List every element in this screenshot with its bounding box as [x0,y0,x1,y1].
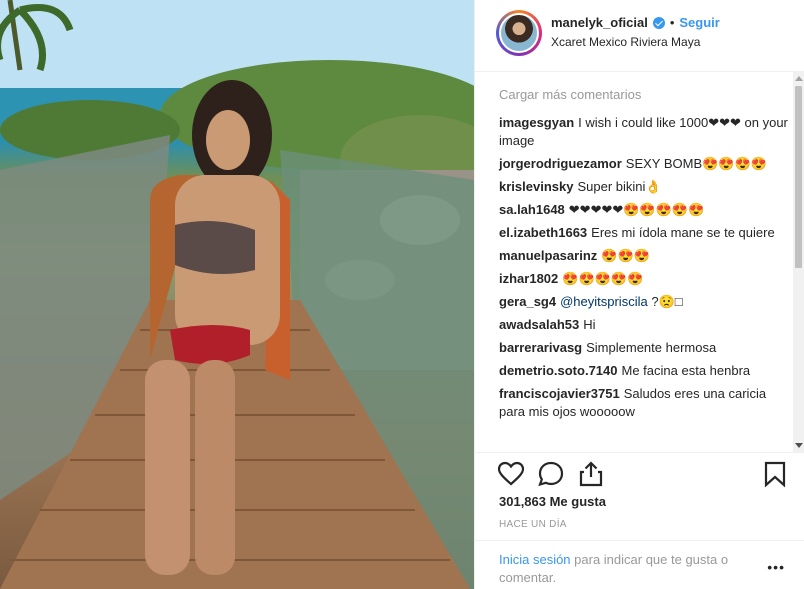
comment-text: 😍😍😍 [601,248,650,263]
username[interactable]: manelyk_oficial [551,15,648,30]
share-icon[interactable] [577,460,605,488]
comment-text: Me facina esta henbra [621,363,751,378]
like-count[interactable]: 301,863 Me gusta [499,494,606,509]
comment-item: sa.lah1648 ❤❤❤❤❤😍😍😍😍😍 [499,201,789,219]
verified-badge-icon [652,16,665,29]
user-line: manelyk_oficial • Seguir [551,15,720,30]
comment-icon[interactable] [537,460,565,488]
comment-text: SEXY BOMB😍😍😍😍 [625,156,767,171]
load-more-comments-button[interactable]: Cargar más comentarios [499,87,641,102]
comment-username[interactable]: imagesgyan [499,115,574,130]
comment-text: ❤❤❤❤❤😍😍😍😍😍 [568,202,705,217]
comment-username[interactable]: jorgerodriguezamor [499,156,622,171]
post-timestamp: HACE UN DÍA [499,519,567,530]
comment-username[interactable]: franciscojavier3751 [499,386,620,401]
comment-item: jorgerodriguezamor SEXY BOMB😍😍😍😍 [499,155,789,173]
comment-item: imagesgyan I wish i could like 1000❤❤❤ on… [499,114,789,150]
comment-username[interactable]: sa.lah1648 [499,202,565,217]
heart-icon[interactable] [497,460,525,488]
bookmark-icon[interactable] [761,460,789,488]
comment-username[interactable]: manuelpasarinz [499,248,597,263]
avatar-image [499,13,539,53]
scroll-down-arrow-icon[interactable] [795,443,803,448]
more-options-icon[interactable]: ••• [767,559,785,575]
comment-item: manuelpasarinz 😍😍😍 [499,247,789,265]
comment-item: el.izabeth1663 Eres mi ídola mane se te q… [499,224,789,242]
login-prompt: Inicia sesión para indicar que te gusta … [475,540,804,589]
comment-text: Super bikini👌 [577,179,662,194]
comment-text: Hi [583,317,596,332]
comment-item: demetrio.soto.7140 Me facina esta henbra [499,362,789,380]
post-sidebar: manelyk_oficial • Seguir Xcaret Mexico R… [474,0,804,589]
comment-username[interactable]: el.izabeth1663 [499,225,587,240]
comment-username[interactable]: barrerarivasg [499,340,582,355]
comment-username[interactable]: awadsalah53 [499,317,579,332]
comment-text: Eres mi ídola mane se te quiere [591,225,775,240]
post-header: manelyk_oficial • Seguir Xcaret Mexico R… [475,0,804,72]
login-prompt-text: Inicia sesión para indicar que te gusta … [499,551,759,587]
profile-avatar[interactable] [496,10,542,56]
comment-list: imagesgyan I wish i could like 1000❤❤❤ on… [499,114,789,426]
comment-item: awadsalah53 Hi [499,316,789,334]
comment-item: izhar1802 😍😍😍😍😍 [499,270,789,288]
scroll-up-arrow-icon[interactable] [795,76,803,81]
comment-username[interactable]: demetrio.soto.7140 [499,363,618,378]
comment-text: 😍😍😍😍😍 [562,271,644,286]
comment-item: franciscojavier3751 Saludos eres una cari… [499,385,789,421]
comment-item: barrerarivasg Simplemente hermosa [499,339,789,357]
login-link[interactable]: Inicia sesión [499,552,571,567]
follow-button[interactable]: Seguir [679,15,719,30]
location-link[interactable]: Xcaret Mexico Riviera Maya [551,35,700,49]
comment-item: gera_sg4 @heyitspriscila ?😟□ [499,293,789,311]
photo-illustration [0,0,474,589]
comment-username[interactable]: gera_sg4 [499,294,556,309]
comment-text: Simplemente hermosa [586,340,717,355]
comment-mention[interactable]: @heyitspriscila [560,294,648,309]
scroll-thumb[interactable] [795,86,802,268]
comment-text: ?😟□ [651,294,683,309]
comment-item: krislevinsky Super bikini👌 [499,178,789,196]
comments-section: Cargar más comentarios imagesgyan I wish … [475,72,804,452]
comments-scrollbar[interactable] [793,72,804,452]
post-photo[interactable] [0,0,474,589]
comment-username[interactable]: izhar1802 [499,271,558,286]
comment-username[interactable]: krislevinsky [499,179,573,194]
action-bar [475,452,804,496]
separator-dot: • [669,15,675,30]
